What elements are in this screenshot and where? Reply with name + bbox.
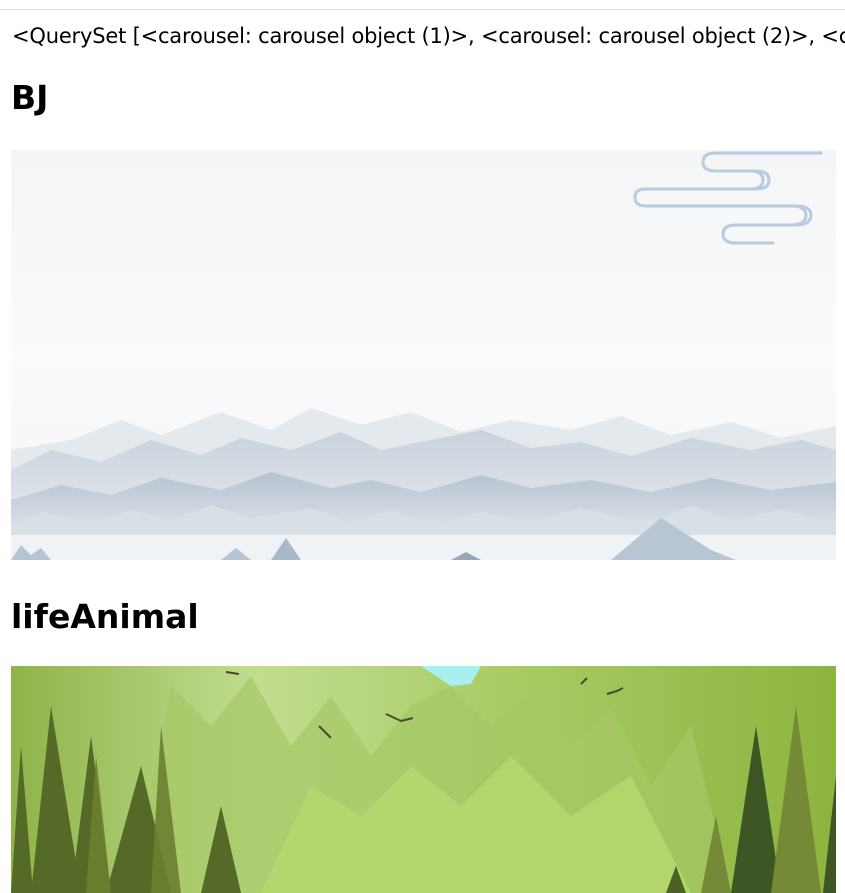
misty-mountains-image: [11, 150, 836, 560]
top-divider: [0, 9, 845, 10]
green-forest-image: [11, 666, 836, 893]
queryset-output: <QuerySet [<carousel: carousel object (1…: [12, 24, 845, 48]
carousel-title-bj: BJ: [11, 78, 49, 117]
carousel-title-lifeanimal: lifeAnimal: [11, 597, 199, 636]
